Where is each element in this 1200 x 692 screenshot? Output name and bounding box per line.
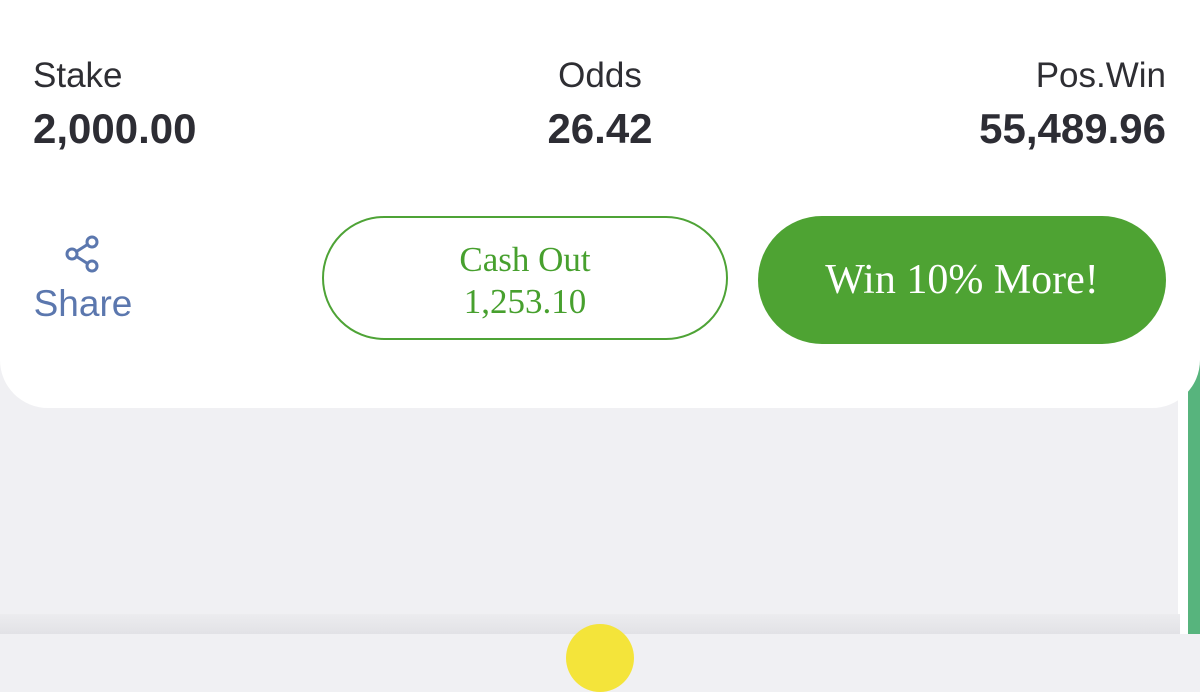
cash-out-button[interactable]: Cash Out 1,253.10 [322,216,728,340]
odds-stat: Odds 26.42 [500,56,700,154]
odds-value: 26.42 [547,105,653,152]
possible-win-value: 55,489.96 [979,105,1166,152]
win-more-button[interactable]: Win 10% More! [758,216,1166,344]
stake-stat: Stake 2,000.00 [33,56,197,154]
stake-label: Stake [33,56,123,95]
possible-win-stat: Pos.Win 55,489.96 [979,56,1166,154]
share-label: Share [33,283,133,324]
cash-out-amount: 1,253.10 [463,282,587,321]
share-button[interactable]: Share [30,234,136,324]
share-icon [65,235,99,273]
possible-win-label: Pos.Win [1035,56,1166,95]
stake-value: 2,000.00 [33,105,197,152]
nav-center-button[interactable] [566,624,634,692]
win-more-label: Win 10% More! [825,257,1099,303]
cash-out-label: Cash Out [459,240,591,279]
odds-label: Odds [558,56,642,95]
